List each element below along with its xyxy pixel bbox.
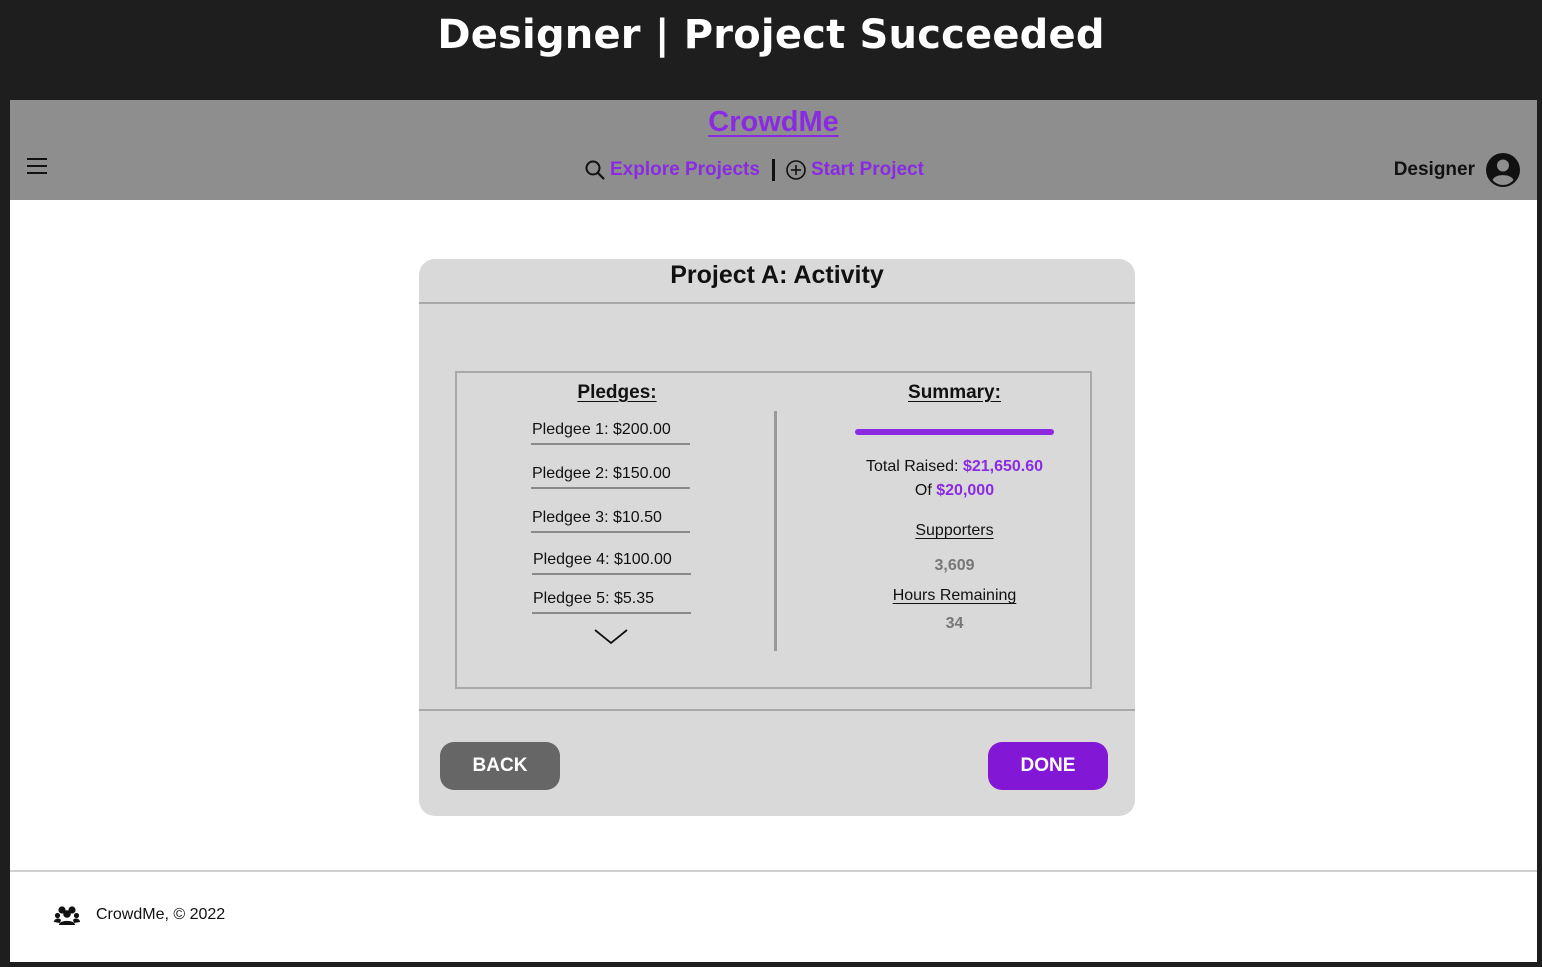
pledge-item[interactable]: Pledgee 5: $5.35 bbox=[532, 590, 691, 614]
done-button[interactable]: DONE bbox=[988, 742, 1108, 790]
pledge-item[interactable]: Pledgee 4: $100.00 bbox=[532, 551, 691, 575]
start-project-label: Start Project bbox=[810, 159, 924, 180]
back-button[interactable]: BACK bbox=[440, 742, 560, 790]
chevron-down-icon[interactable] bbox=[593, 627, 629, 647]
brand-link[interactable]: CrowdMe bbox=[708, 106, 839, 138]
user-menu[interactable]: Designer bbox=[1394, 152, 1521, 188]
navbar: CrowdMe Explore Projects Start Project D… bbox=[10, 100, 1537, 200]
supporters-value: 3,609 bbox=[934, 557, 975, 574]
plus-circle-icon bbox=[786, 160, 806, 180]
column-divider bbox=[774, 411, 777, 651]
pledge-item[interactable]: Pledgee 3: $10.50 bbox=[531, 509, 690, 533]
supporters-label: Supporters bbox=[915, 522, 994, 539]
pledge-item[interactable]: Pledgee 1: $200.00 bbox=[531, 421, 690, 445]
summary-heading: Summary: bbox=[908, 382, 1001, 403]
user-name: Designer bbox=[1393, 159, 1475, 180]
project-activity-card: Project A: Activity Pledges: Pledgee 1: … bbox=[419, 259, 1135, 816]
footer-divider bbox=[10, 870, 1537, 872]
goal-line: Of $20,000 bbox=[817, 482, 1092, 500]
pledges-heading: Pledges: bbox=[577, 382, 657, 403]
card-header-divider bbox=[419, 302, 1135, 304]
explore-projects-link[interactable]: Explore Projects bbox=[584, 159, 760, 181]
nav-separator bbox=[771, 159, 775, 181]
footer: CrowdMe, © 2022 bbox=[54, 904, 225, 926]
nav-links: Explore Projects Start Project bbox=[584, 158, 924, 182]
total-raised-label: Total Raised: bbox=[865, 458, 959, 475]
hours-remaining-label: Hours Remaining bbox=[892, 587, 1017, 604]
goal-label: Of bbox=[914, 482, 932, 499]
goal-value: $20,000 bbox=[936, 482, 995, 499]
total-raised-line: Total Raised: $21,650.60 bbox=[817, 458, 1092, 476]
group-icon bbox=[54, 906, 80, 925]
footer-text: CrowdMe, © 2022 bbox=[96, 906, 226, 923]
card-footer-divider bbox=[419, 709, 1135, 711]
app-screen: CrowdMe Explore Projects Start Project D… bbox=[10, 100, 1537, 962]
start-project-link[interactable]: Start Project bbox=[785, 159, 924, 181]
user-avatar-icon[interactable] bbox=[1485, 152, 1521, 188]
activity-panel: Pledges: Pledgee 1: $200.00 Pledgee 2: $… bbox=[455, 371, 1092, 689]
explore-projects-label: Explore Projects bbox=[610, 159, 760, 180]
brand: CrowdMe bbox=[10, 106, 1537, 139]
card-title: Project A: Activity bbox=[670, 261, 884, 289]
frame-title: Designer | Project Succeeded bbox=[437, 12, 1105, 58]
funding-progress-bar bbox=[855, 429, 1054, 435]
hamburger-menu-icon[interactable] bbox=[27, 158, 47, 174]
search-icon bbox=[585, 160, 605, 180]
pledge-item[interactable]: Pledgee 2: $150.00 bbox=[531, 465, 690, 489]
hours-remaining-value: 34 bbox=[945, 615, 964, 632]
total-raised-value: $21,650.60 bbox=[962, 458, 1044, 475]
